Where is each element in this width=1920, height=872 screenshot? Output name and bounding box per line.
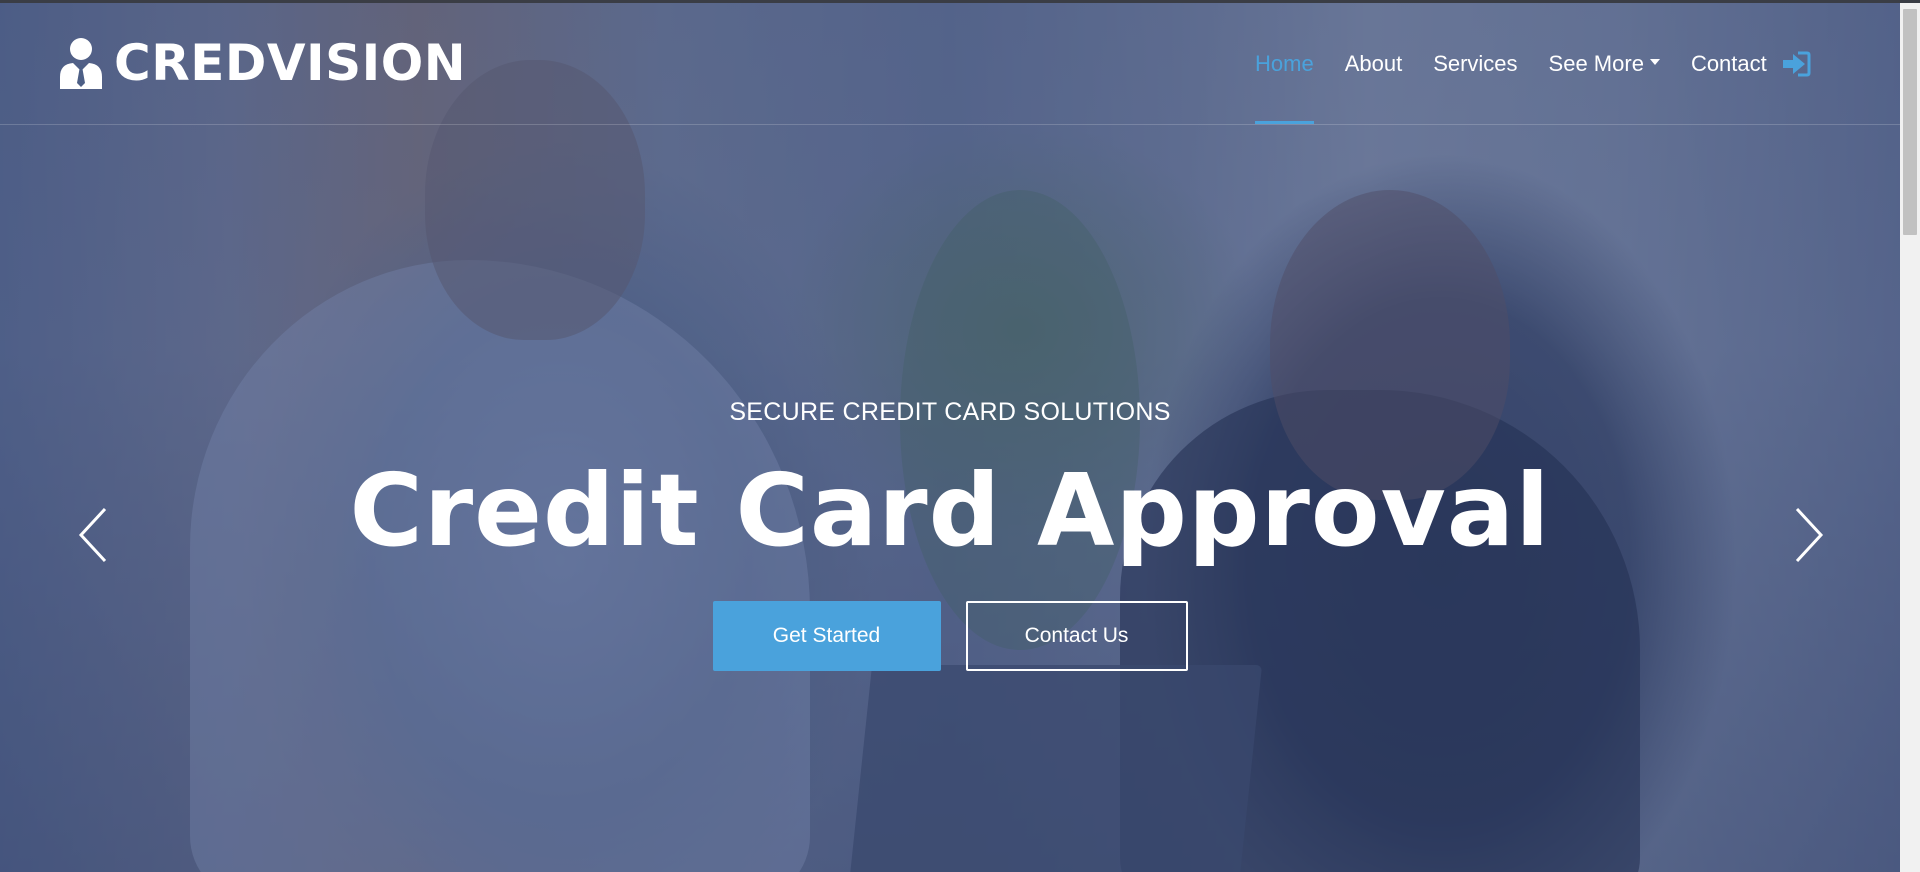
page-scrollbar[interactable] [1900, 3, 1920, 872]
brand-name: CREDVISION [114, 34, 467, 92]
nav-about[interactable]: About [1345, 3, 1403, 124]
nav-home[interactable]: Home [1255, 3, 1314, 124]
nav-services[interactable]: Services [1433, 3, 1517, 124]
nav-see-more-label: See More [1548, 51, 1644, 76]
nav-home-label: Home [1255, 51, 1314, 76]
chevron-right-icon[interactable] [1787, 505, 1827, 565]
contact-us-button[interactable]: Contact Us [965, 601, 1188, 671]
hero-overlay [0, 0, 1900, 872]
window-top-border [0, 0, 1920, 3]
page: CREDVISION Home About Services See More … [0, 0, 1920, 872]
hero-headline: Credit Card Approval [349, 452, 1551, 569]
chevron-left-icon[interactable] [75, 505, 115, 565]
nav-see-more-dropdown[interactable]: See More [1549, 3, 1660, 124]
get-started-button[interactable]: Get Started [712, 601, 941, 671]
hero-background [0, 0, 1900, 872]
sign-in-icon[interactable] [1781, 51, 1811, 77]
site-header: CREDVISION Home About Services See More … [0, 3, 1900, 125]
scrollbar-thumb[interactable] [1903, 9, 1917, 235]
main-nav: Home About Services See More Contact [1255, 3, 1842, 124]
user-tie-icon [60, 38, 102, 89]
hero-eyebrow: SECURE CREDIT CARD SOLUTIONS [729, 398, 1171, 426]
nav-contact[interactable]: Contact [1691, 3, 1811, 124]
nav-about-label: About [1344, 51, 1403, 76]
caret-down-icon [1649, 58, 1660, 65]
nav-services-label: Services [1433, 51, 1518, 76]
brand-logo[interactable]: CREDVISION [58, 33, 466, 93]
nav-contact-label: Contact [1690, 51, 1767, 76]
hero-actions: Get Started Contact Us [0, 601, 1900, 671]
